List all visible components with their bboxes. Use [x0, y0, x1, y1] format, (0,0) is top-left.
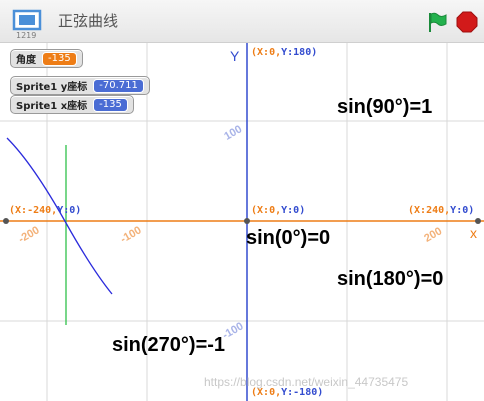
left-axis-dot	[3, 218, 9, 224]
monitor-sprite-y-label: Sprite1 y座标	[16, 82, 88, 93]
monitor-angle-label: 角度	[16, 55, 36, 66]
sin90-label: sin(90°)=1	[337, 96, 433, 118]
monitor-sprite-x-value: -135	[93, 97, 128, 112]
green-flag-icon[interactable]	[426, 11, 448, 33]
sin180-label: sin(180°)=0	[337, 268, 444, 290]
monitor-sprite-x[interactable]: Sprite1 x座标 -135	[10, 95, 134, 114]
coord-center: (X:0,Y:0)	[251, 205, 306, 216]
coord-right: (X:240,Y:0)	[408, 205, 475, 216]
x-axis-label: x	[470, 225, 477, 241]
monitor-angle[interactable]: 角度 -135	[10, 49, 83, 68]
project-title[interactable]: 正弦曲线	[58, 10, 118, 31]
coord-top: (X:0,Y:180)	[251, 47, 318, 58]
watermark: https://blog.csdn.net/weixin_44735475	[204, 375, 409, 389]
coord-left: (X:-240,Y:0)	[9, 205, 82, 216]
monitor-sprite-y[interactable]: Sprite1 y座标 -70.711	[10, 76, 150, 95]
sin0-label: sin(0°)=0	[246, 227, 331, 249]
center-axis-dot	[244, 218, 250, 224]
stop-sign-icon[interactable]	[456, 11, 478, 33]
monitor-sprite-y-value: -70.711	[93, 78, 144, 93]
monitor-angle-value: -135	[42, 51, 77, 66]
y-axis-label: Y	[230, 48, 240, 64]
stage-titlebar: 1219 正弦曲线	[0, 0, 484, 43]
sin270-label: sin(270°)=-1	[112, 334, 226, 356]
monitor-sprite-x-label: Sprite1 x座标	[16, 101, 88, 112]
sine-curve	[6, 137, 113, 295]
stage-number: 1219	[16, 31, 37, 40]
stage-canvas[interactable]: -200 -100 200 100 -100 Y x (X:0,Y:180) (…	[0, 43, 484, 401]
right-axis-dot	[475, 218, 481, 224]
